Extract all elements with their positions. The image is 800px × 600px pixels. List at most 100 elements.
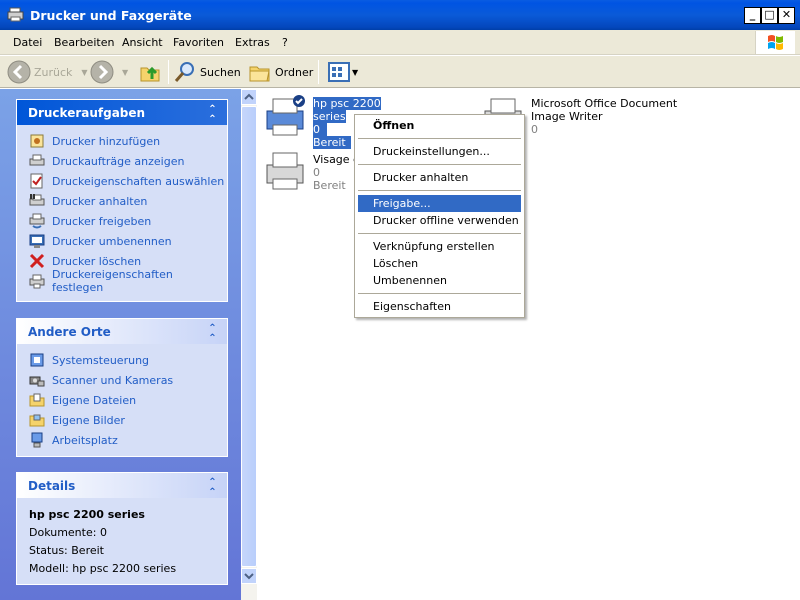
- printer-tasks-header[interactable]: Druckeraufgaben ⌃ ⌃: [17, 100, 227, 125]
- menu-datei[interactable]: Datei: [13, 36, 42, 49]
- other-places-panel: Andere Orte ⌃ ⌃ Systemsteuerung Scanner u…: [16, 318, 228, 457]
- pause-printer-icon: [29, 194, 45, 206]
- collapse-chevron-icon[interactable]: ⌃ ⌃: [206, 478, 219, 498]
- printer-tasks-panel: Druckeraufgaben ⌃ ⌃ Drucker hinzufügen Dr…: [16, 99, 228, 302]
- printer-icon: [266, 152, 304, 190]
- back-label: Zurück: [34, 65, 73, 79]
- views-dropdown-icon[interactable]: ▼: [352, 68, 358, 77]
- minimize-button[interactable]: _: [744, 7, 761, 24]
- printer-status: Bereit: [313, 179, 346, 192]
- maximize-button[interactable]: □: [761, 7, 778, 24]
- details-documents: Dokumente: 0: [29, 526, 107, 539]
- properties-icon: [30, 173, 43, 189]
- task-set-properties[interactable]: Druckereigenschaften festlegen: [29, 268, 227, 294]
- toolbar: Zurück ▼ ▼ Suchen Ordner ▼: [0, 56, 800, 88]
- ctx-properties[interactable]: Eigenschaften: [358, 298, 521, 315]
- forward-dropdown-icon[interactable]: ▼: [122, 68, 128, 77]
- task-pause-printer[interactable]: Drucker anhalten: [29, 191, 227, 211]
- task-rename-printer[interactable]: Drucker umbenennen: [29, 231, 227, 251]
- ctx-printing-prefs[interactable]: Druckeinstellungen...: [358, 143, 521, 160]
- details-name: hp psc 2200 series: [29, 508, 145, 521]
- folders-button[interactable]: Ordner: [248, 60, 313, 84]
- search-button[interactable]: Suchen: [173, 60, 241, 84]
- share-printer-icon: [29, 213, 45, 229]
- printer-folder-icon: [7, 7, 24, 22]
- details-header[interactable]: Details ⌃ ⌃: [17, 473, 227, 498]
- place-scanners-cameras[interactable]: Scanner und Kameras: [29, 370, 227, 390]
- printer-tasks-title: Druckeraufgaben: [28, 106, 146, 120]
- printer-icon: [266, 95, 305, 136]
- toolbar-separator: [168, 60, 169, 84]
- place-label: Scanner und Kameras: [52, 373, 174, 387]
- task-pane-scrollbar[interactable]: [241, 89, 257, 600]
- scroll-down-button[interactable]: [241, 568, 257, 584]
- ctx-create-shortcut[interactable]: Verknüpfung erstellen: [358, 238, 521, 255]
- context-menu: Öffnen Druckeinstellungen... Drucker anh…: [354, 114, 525, 318]
- arrow-up-icon: [244, 93, 254, 100]
- task-select-properties[interactable]: Druckeigenschaften auswählen: [29, 171, 227, 191]
- menu-ansicht[interactable]: Ansicht: [122, 36, 163, 49]
- menu-help[interactable]: ?: [282, 36, 288, 49]
- my-documents-icon: [29, 393, 45, 407]
- ctx-open[interactable]: Öffnen: [358, 117, 521, 134]
- printer-name: Visage e: [313, 153, 360, 166]
- ctx-pause-printer[interactable]: Drucker anhalten: [358, 169, 521, 186]
- search-icon: [174, 62, 194, 82]
- ctx-use-offline[interactable]: Drucker offline verwenden: [358, 212, 521, 229]
- menu-extras[interactable]: Extras: [235, 36, 270, 49]
- task-pane: Druckeraufgaben ⌃ ⌃ Drucker hinzufügen Dr…: [0, 89, 241, 600]
- back-button[interactable]: Zurück ▼: [7, 60, 88, 84]
- printer-docs: 0: [313, 123, 327, 136]
- control-panel-icon: [30, 353, 44, 367]
- ctx-separator: [358, 293, 521, 294]
- other-places-header[interactable]: Andere Orte ⌃ ⌃: [17, 319, 227, 344]
- place-control-panel[interactable]: Systemsteuerung: [29, 350, 227, 370]
- menu-favoriten[interactable]: Favoriten: [173, 36, 224, 49]
- other-places-title: Andere Orte: [28, 325, 111, 339]
- up-folder-button[interactable]: [138, 60, 162, 84]
- task-label: Druckaufträge anzeigen: [52, 154, 185, 168]
- scroll-thumb[interactable]: [241, 106, 257, 567]
- scroll-up-button[interactable]: [241, 89, 257, 105]
- forward-button[interactable]: ▼: [90, 60, 128, 84]
- ctx-rename[interactable]: Umbenennen: [358, 272, 521, 289]
- forward-arrow-icon: [90, 60, 114, 84]
- printer-item-visage[interactable]: Visage e 0 Bereit: [261, 147, 361, 197]
- place-my-documents[interactable]: Eigene Dateien: [29, 390, 227, 410]
- back-arrow-icon: [7, 60, 31, 84]
- print-queue-icon: [29, 154, 45, 166]
- place-my-pictures[interactable]: Eigene Bilder: [29, 410, 227, 430]
- collapse-chevron-icon[interactable]: ⌃ ⌃: [206, 324, 219, 344]
- close-button[interactable]: ✕: [778, 7, 795, 24]
- place-label: Arbeitsplatz: [52, 433, 118, 447]
- task-label: Druckeigenschaften auswählen: [52, 174, 225, 188]
- my-computer-icon: [31, 432, 43, 448]
- task-add-printer[interactable]: Drucker hinzufügen: [29, 131, 227, 151]
- ctx-delete[interactable]: Löschen: [358, 255, 521, 272]
- folders-icon: [249, 66, 270, 82]
- details-model: Modell: hp psc 2200 series: [29, 562, 177, 575]
- folders-label: Ordner: [275, 65, 314, 79]
- place-my-computer[interactable]: Arbeitsplatz: [29, 430, 227, 450]
- printer-name-cont: Image Writer: [531, 110, 603, 123]
- scanner-camera-icon: [29, 376, 45, 387]
- my-pictures-icon: [29, 414, 45, 427]
- collapse-chevron-icon[interactable]: ⌃ ⌃: [206, 105, 219, 125]
- ctx-sharing[interactable]: Freigabe...: [358, 195, 521, 212]
- toolbar-separator: [318, 60, 319, 84]
- task-share-printer[interactable]: Drucker freigeben: [29, 211, 227, 231]
- back-dropdown-icon[interactable]: ▼: [81, 68, 87, 77]
- task-label: Drucker löschen: [52, 254, 142, 268]
- ctx-separator: [358, 164, 521, 165]
- printer-properties-icon: [29, 274, 45, 289]
- add-printer-icon: [30, 134, 44, 148]
- menu-bar: Datei Bearbeiten Ansicht Favoriten Extra…: [0, 30, 800, 55]
- menu-bearbeiten[interactable]: Bearbeiten: [54, 36, 114, 49]
- task-show-jobs[interactable]: Druckaufträge anzeigen: [29, 151, 227, 171]
- arrow-down-icon: [244, 573, 254, 580]
- printer-list: hp psc 2200 series 0 Bereit Visage e 0 B…: [257, 89, 800, 600]
- place-label: Systemsteuerung: [52, 353, 150, 367]
- views-button[interactable]: ▼: [327, 60, 358, 84]
- title-bar: Drucker und Faxgeräte _ □ ✕: [0, 0, 800, 30]
- printer-docs: 0: [313, 166, 320, 179]
